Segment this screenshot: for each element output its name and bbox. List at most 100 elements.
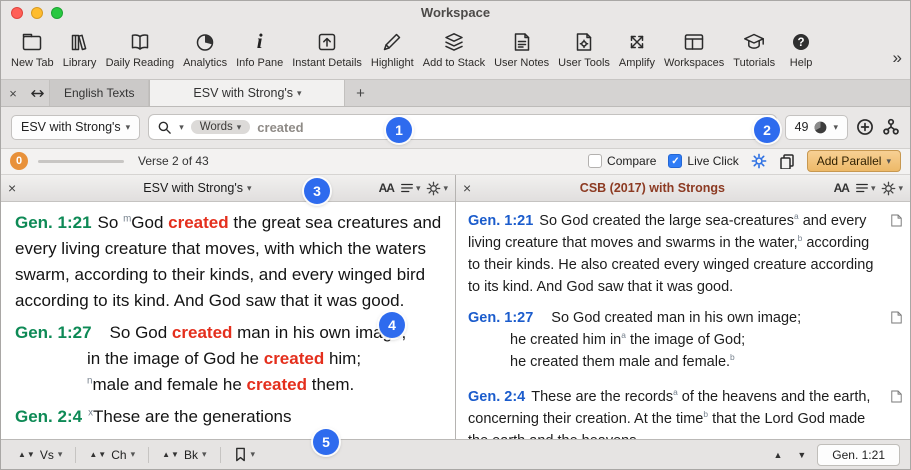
- add-tab-button[interactable]: +: [345, 80, 375, 106]
- close-window-button[interactable]: [11, 7, 23, 19]
- live-click-gear-icon[interactable]: [751, 153, 767, 169]
- verse: Gen. 2:4xThese are the generations: [15, 404, 443, 430]
- pane-header-esv: × ESV with Strong's ▾ AA ▾ ▾: [1, 175, 455, 202]
- search-mode-tag[interactable]: Words ▾: [191, 120, 251, 134]
- live-click-checkbox-group[interactable]: ✓ Live Click: [668, 154, 738, 168]
- verse-ref[interactable]: Gen. 1:21: [15, 213, 92, 232]
- text-size-control[interactable]: AA: [834, 181, 849, 195]
- toolbar-label: Analytics: [183, 57, 227, 69]
- chapter-nav-button[interactable]: ▲▼ Ch ▾: [82, 446, 142, 464]
- verse-nav-button[interactable]: ▲▼ Vs ▾: [11, 446, 69, 464]
- search-hit: created: [172, 323, 232, 342]
- verse-ref[interactable]: Gen. 2:4: [15, 407, 82, 426]
- bookmark-button[interactable]: ▾: [227, 445, 263, 464]
- window-controls: [11, 7, 63, 19]
- search-hit: created: [168, 213, 228, 232]
- add-search-icon[interactable]: [856, 118, 874, 136]
- verse-text: So God: [110, 323, 172, 342]
- toolbar-highlight[interactable]: Highlight: [371, 28, 414, 69]
- display-settings-icon[interactable]: ▾: [400, 181, 421, 195]
- graduation-cap-icon: [742, 28, 766, 56]
- chevron-down-icon: ▾: [871, 183, 876, 194]
- zoom-window-button[interactable]: [51, 7, 63, 19]
- search-row: ESV with Strong's ▾ ▾ Words ▾ created 49…: [1, 107, 910, 149]
- tab-english-texts[interactable]: English Texts: [49, 80, 149, 106]
- verse-text: he created him in: [510, 332, 621, 348]
- text-panes: × ESV with Strong's ▾ AA ▾ ▾ Gen. 1:21So…: [1, 175, 910, 439]
- verse-ref[interactable]: Gen. 2:4: [468, 389, 525, 405]
- current-reference-controls: ▲ ▼ Gen. 1:21: [769, 444, 900, 466]
- toolbar-instant-details[interactable]: Instant Details: [292, 28, 362, 69]
- gear-icon[interactable]: ▾: [426, 181, 448, 196]
- verse-text: him;: [324, 349, 361, 368]
- bookmark-icon: [234, 447, 247, 462]
- toolbar-label: Help: [790, 57, 813, 69]
- toolbar-label: Amplify: [619, 57, 655, 69]
- verse-ref[interactable]: Gen. 1:21: [468, 213, 533, 229]
- text-size-control[interactable]: AA: [379, 181, 394, 195]
- toolbar-help[interactable]: ? Help: [784, 28, 818, 69]
- verse-text: So: [98, 213, 124, 232]
- window-title: Workspace: [421, 5, 490, 20]
- next-verse-button[interactable]: ▼: [793, 448, 810, 462]
- user-note-icon[interactable]: [891, 388, 902, 410]
- toolbar-amplify[interactable]: Amplify: [619, 28, 655, 69]
- help-icon: ?: [789, 28, 813, 56]
- close-tab-group-icon[interactable]: ×: [1, 80, 25, 106]
- compare-checkbox-group[interactable]: Compare: [588, 154, 656, 168]
- toolbar-workspaces[interactable]: Workspaces: [664, 28, 724, 69]
- svg-text:?: ?: [798, 37, 805, 49]
- display-settings-icon[interactable]: ▾: [855, 181, 876, 195]
- close-pane-icon[interactable]: ×: [8, 181, 16, 195]
- toolbar-overflow-chevron[interactable]: »: [893, 38, 902, 68]
- chevron-down-icon: ▾: [58, 449, 63, 460]
- pane-content-esv[interactable]: Gen. 1:21So mGod created the great sea c…: [1, 202, 455, 439]
- verse-ref[interactable]: Gen. 1:27: [468, 310, 533, 326]
- tab-esv-with-strongs[interactable]: ESV with Strong's ▾: [149, 80, 345, 106]
- toolbar-tutorials[interactable]: Tutorials: [733, 28, 775, 69]
- verse-text: them.: [307, 375, 354, 394]
- chevron-down-icon[interactable]: ▾: [179, 122, 184, 133]
- search-scope-dropdown[interactable]: ESV with Strong's ▾: [11, 115, 140, 140]
- verse-text: These are the generations: [93, 407, 291, 426]
- verse-text: God: [131, 213, 168, 232]
- research-tree-icon[interactable]: [882, 118, 900, 136]
- toolbar-daily-reading[interactable]: Daily Reading: [106, 28, 174, 69]
- toolbar-add-to-stack[interactable]: Add to Stack: [423, 28, 485, 69]
- close-pane-icon[interactable]: ×: [463, 181, 471, 195]
- gear-icon[interactable]: ▾: [881, 181, 903, 196]
- toolbar-label: Daily Reading: [106, 57, 174, 69]
- toolbar-library[interactable]: Library: [63, 28, 97, 69]
- expand-tabs-icon[interactable]: [25, 80, 49, 106]
- pane-title-csb[interactable]: CSB (2017) with Strongs: [477, 181, 827, 195]
- chevron-down-icon: ▾: [898, 183, 903, 194]
- verse: Gen. 1:21So God created the large sea-cr…: [468, 210, 880, 298]
- toolbar-analytics[interactable]: Analytics: [183, 28, 227, 69]
- hits-slider-handle[interactable]: 0: [10, 152, 28, 170]
- library-icon: [68, 28, 92, 56]
- toolbar-new-tab[interactable]: New Tab: [11, 28, 54, 69]
- duplicate-pane-icon[interactable]: [779, 153, 795, 169]
- verse-text: male and female he: [92, 375, 246, 394]
- previous-verse-button[interactable]: ▲: [769, 448, 786, 462]
- verse-ref[interactable]: Gen. 1:27: [15, 323, 92, 342]
- book-nav-button[interactable]: ▲▼ Bk ▾: [155, 446, 213, 464]
- hits-slider-track[interactable]: [38, 160, 124, 163]
- add-parallel-button[interactable]: Add Parallel ▾: [807, 150, 901, 172]
- toolbar-label: Tutorials: [733, 57, 775, 69]
- hits-graph-button[interactable]: 49 ▾: [785, 115, 848, 140]
- toolbar-info-pane[interactable]: i Info Pane: [236, 28, 283, 69]
- status-row-controls: Compare ✓ Live Click Add Parallel ▾: [588, 150, 901, 172]
- live-click-checkbox[interactable]: ✓: [668, 154, 682, 168]
- pane-title-esv[interactable]: ESV with Strong's ▾: [22, 181, 372, 195]
- toolbar-user-tools[interactable]: User Tools: [558, 28, 610, 69]
- toolbar-user-notes[interactable]: User Notes: [494, 28, 549, 69]
- user-note-icon[interactable]: [891, 212, 902, 234]
- user-note-icon[interactable]: [891, 309, 902, 331]
- pane-content-csb[interactable]: Gen. 1:21So God created the large sea-cr…: [456, 202, 910, 439]
- current-reference-box[interactable]: Gen. 1:21: [817, 444, 900, 466]
- compare-checkbox[interactable]: [588, 154, 602, 168]
- search-query: created: [257, 120, 303, 135]
- search-input[interactable]: ▾ Words ▾ created: [148, 114, 776, 140]
- minimize-window-button[interactable]: [31, 7, 43, 19]
